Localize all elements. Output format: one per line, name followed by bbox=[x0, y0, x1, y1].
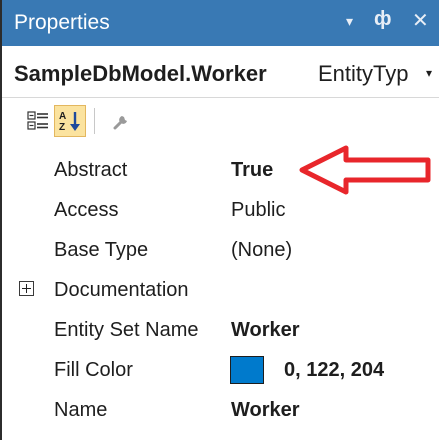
property-name: Name bbox=[54, 399, 108, 421]
property-name: Access bbox=[54, 199, 119, 221]
property-value[interactable]: Worker bbox=[231, 399, 300, 422]
title-bar: Properties ▾ ф ✕ bbox=[2, 0, 439, 46]
window-title: Properties bbox=[14, 11, 110, 34]
close-icon[interactable]: ✕ bbox=[412, 8, 429, 33]
property-row-fill-color[interactable]: Fill Color 0, 122, 204 bbox=[2, 350, 439, 390]
property-name: Fill Color bbox=[54, 359, 133, 381]
toolbar-separator bbox=[94, 108, 95, 134]
property-name: Documentation bbox=[54, 279, 189, 301]
property-name: Entity Set Name bbox=[54, 319, 199, 341]
property-name: Base Type bbox=[54, 239, 149, 261]
expand-icon[interactable] bbox=[19, 281, 34, 296]
alphabetical-button[interactable]: A Z bbox=[54, 105, 86, 137]
object-selector[interactable]: SampleDbModel.Worker EntityTyp ▾ bbox=[2, 46, 439, 98]
object-name: SampleDbModel.Worker bbox=[14, 61, 267, 86]
svg-text:A: A bbox=[59, 111, 66, 122]
pin-icon[interactable]: ф bbox=[374, 8, 392, 31]
property-row-base-type[interactable]: Base Type (None) bbox=[2, 230, 439, 270]
property-value[interactable]: 0, 122, 204 bbox=[284, 359, 384, 382]
object-type: EntityTyp bbox=[318, 61, 409, 86]
property-pages-button[interactable] bbox=[106, 105, 138, 137]
properties-toolbar: A Z bbox=[2, 98, 439, 144]
property-pages-icon bbox=[113, 116, 127, 130]
property-value[interactable]: Public bbox=[231, 199, 285, 222]
property-row-name[interactable]: Name Worker bbox=[2, 390, 439, 430]
property-row-documentation[interactable]: Documentation bbox=[2, 270, 439, 310]
alphabetical-icon: A Z bbox=[59, 111, 80, 133]
svg-text:Z: Z bbox=[59, 122, 65, 133]
object-selector-dropdown-icon[interactable]: ▾ bbox=[426, 66, 432, 80]
annotation-arrow-icon bbox=[299, 145, 431, 195]
property-value[interactable]: Worker bbox=[231, 319, 300, 342]
property-value[interactable]: (None) bbox=[231, 239, 292, 262]
property-name: Abstract bbox=[54, 159, 128, 181]
property-value[interactable]: True bbox=[231, 159, 273, 182]
color-swatch[interactable] bbox=[230, 356, 264, 384]
categorized-button[interactable] bbox=[22, 105, 54, 137]
window-menu-dropdown-icon[interactable]: ▾ bbox=[346, 13, 353, 30]
property-row-entity-set-name[interactable]: Entity Set Name Worker bbox=[2, 310, 439, 350]
properties-panel: Properties ▾ ф ✕ SampleDbModel.Worker En… bbox=[0, 0, 439, 440]
categorized-icon bbox=[27, 111, 48, 130]
